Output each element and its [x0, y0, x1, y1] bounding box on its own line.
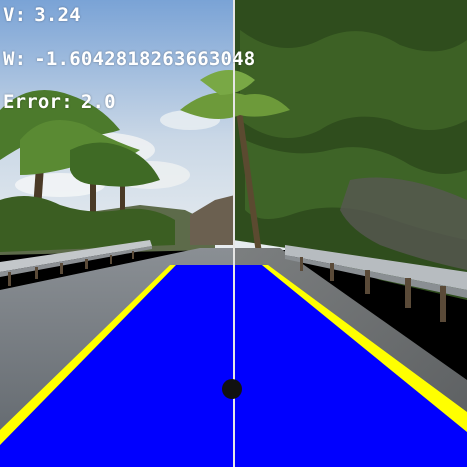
angular-velocity-label: W: — [3, 48, 27, 70]
error-value: 2.0 — [80, 91, 116, 113]
velocity-label: V: — [3, 4, 27, 26]
error-label: Error: — [3, 91, 73, 113]
camera-view: V: 3.24 W: -1.6042818263663048 Error: 2.0 — [0, 0, 467, 467]
target-point — [222, 379, 242, 399]
road-scene — [0, 0, 467, 467]
angular-velocity-readout: W: -1.6042818263663048 — [3, 48, 255, 70]
angular-velocity-value: -1.6042818263663048 — [34, 48, 256, 70]
velocity-readout: V: 3.24 — [3, 4, 81, 26]
error-readout: Error: 2.0 — [3, 91, 116, 113]
velocity-value: 3.24 — [34, 4, 81, 26]
